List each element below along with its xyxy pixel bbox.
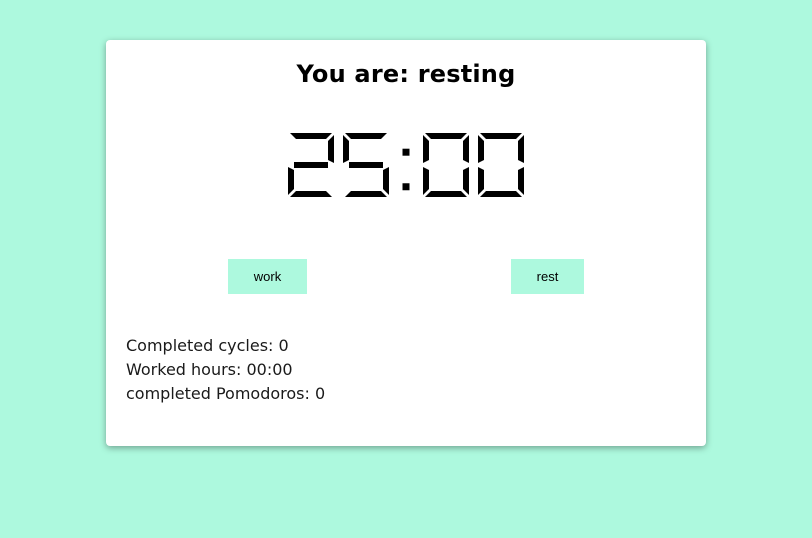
- stats-panel: Completed cycles: 0 Worked hours: 00:00 …: [126, 334, 325, 406]
- rest-button[interactable]: rest: [511, 259, 584, 294]
- pomodoro-card: You are: resting 25:00 work rest Complet…: [106, 40, 706, 446]
- segment-top: [290, 133, 332, 139]
- timer-colon-bottom-dot: [402, 183, 410, 191]
- segment-upper-left: [478, 135, 484, 163]
- segment-lower-right: [383, 167, 389, 195]
- segment-lower-right: [518, 167, 524, 195]
- completed-cycles-label: Completed cycles:: [126, 336, 274, 355]
- timer-colon-top-dot: [402, 148, 410, 156]
- segment-bottom: [425, 191, 467, 197]
- completed-cycles-value: 0: [278, 336, 289, 355]
- segment-bottom: [290, 191, 332, 197]
- timer-colon: [402, 148, 410, 191]
- segment-lower-left: [423, 167, 429, 195]
- segment-lower-right: [463, 167, 469, 195]
- segment-top: [345, 133, 387, 139]
- worked-hours-value: 00:00: [246, 360, 293, 379]
- segment-upper-left: [423, 135, 429, 163]
- segment-bottom: [480, 191, 522, 197]
- timer-digit: [423, 133, 469, 197]
- segment-top: [480, 133, 522, 139]
- seven-segment-timer: [288, 133, 524, 197]
- completed-cycles-stat: Completed cycles: 0: [126, 334, 325, 358]
- worked-hours-label: Worked hours:: [126, 360, 242, 379]
- segment-upper-left: [343, 135, 349, 163]
- timer-digit: [478, 133, 524, 197]
- segment-upper-right: [518, 135, 524, 163]
- completed-pomodoros-value: 0: [315, 384, 326, 403]
- worked-hours-stat: Worked hours: 00:00: [126, 358, 325, 382]
- completed-pomodoros-label: completed Pomodoros:: [126, 384, 310, 403]
- segment-lower-left: [478, 167, 484, 195]
- segment-middle: [294, 162, 328, 168]
- completed-pomodoros-stat: completed Pomodoros: 0: [126, 382, 325, 406]
- timer-display: 25:00: [106, 128, 706, 202]
- segment-upper-right: [328, 135, 334, 163]
- segment-middle: [349, 162, 383, 168]
- work-button[interactable]: work: [228, 259, 307, 294]
- timer-digit: [288, 133, 334, 197]
- timer-digit: [343, 133, 389, 197]
- segment-lower-left: [288, 167, 294, 195]
- segment-top: [425, 133, 467, 139]
- status-title: You are: resting: [296, 60, 516, 88]
- segment-upper-right: [463, 135, 469, 163]
- segment-bottom: [345, 191, 387, 197]
